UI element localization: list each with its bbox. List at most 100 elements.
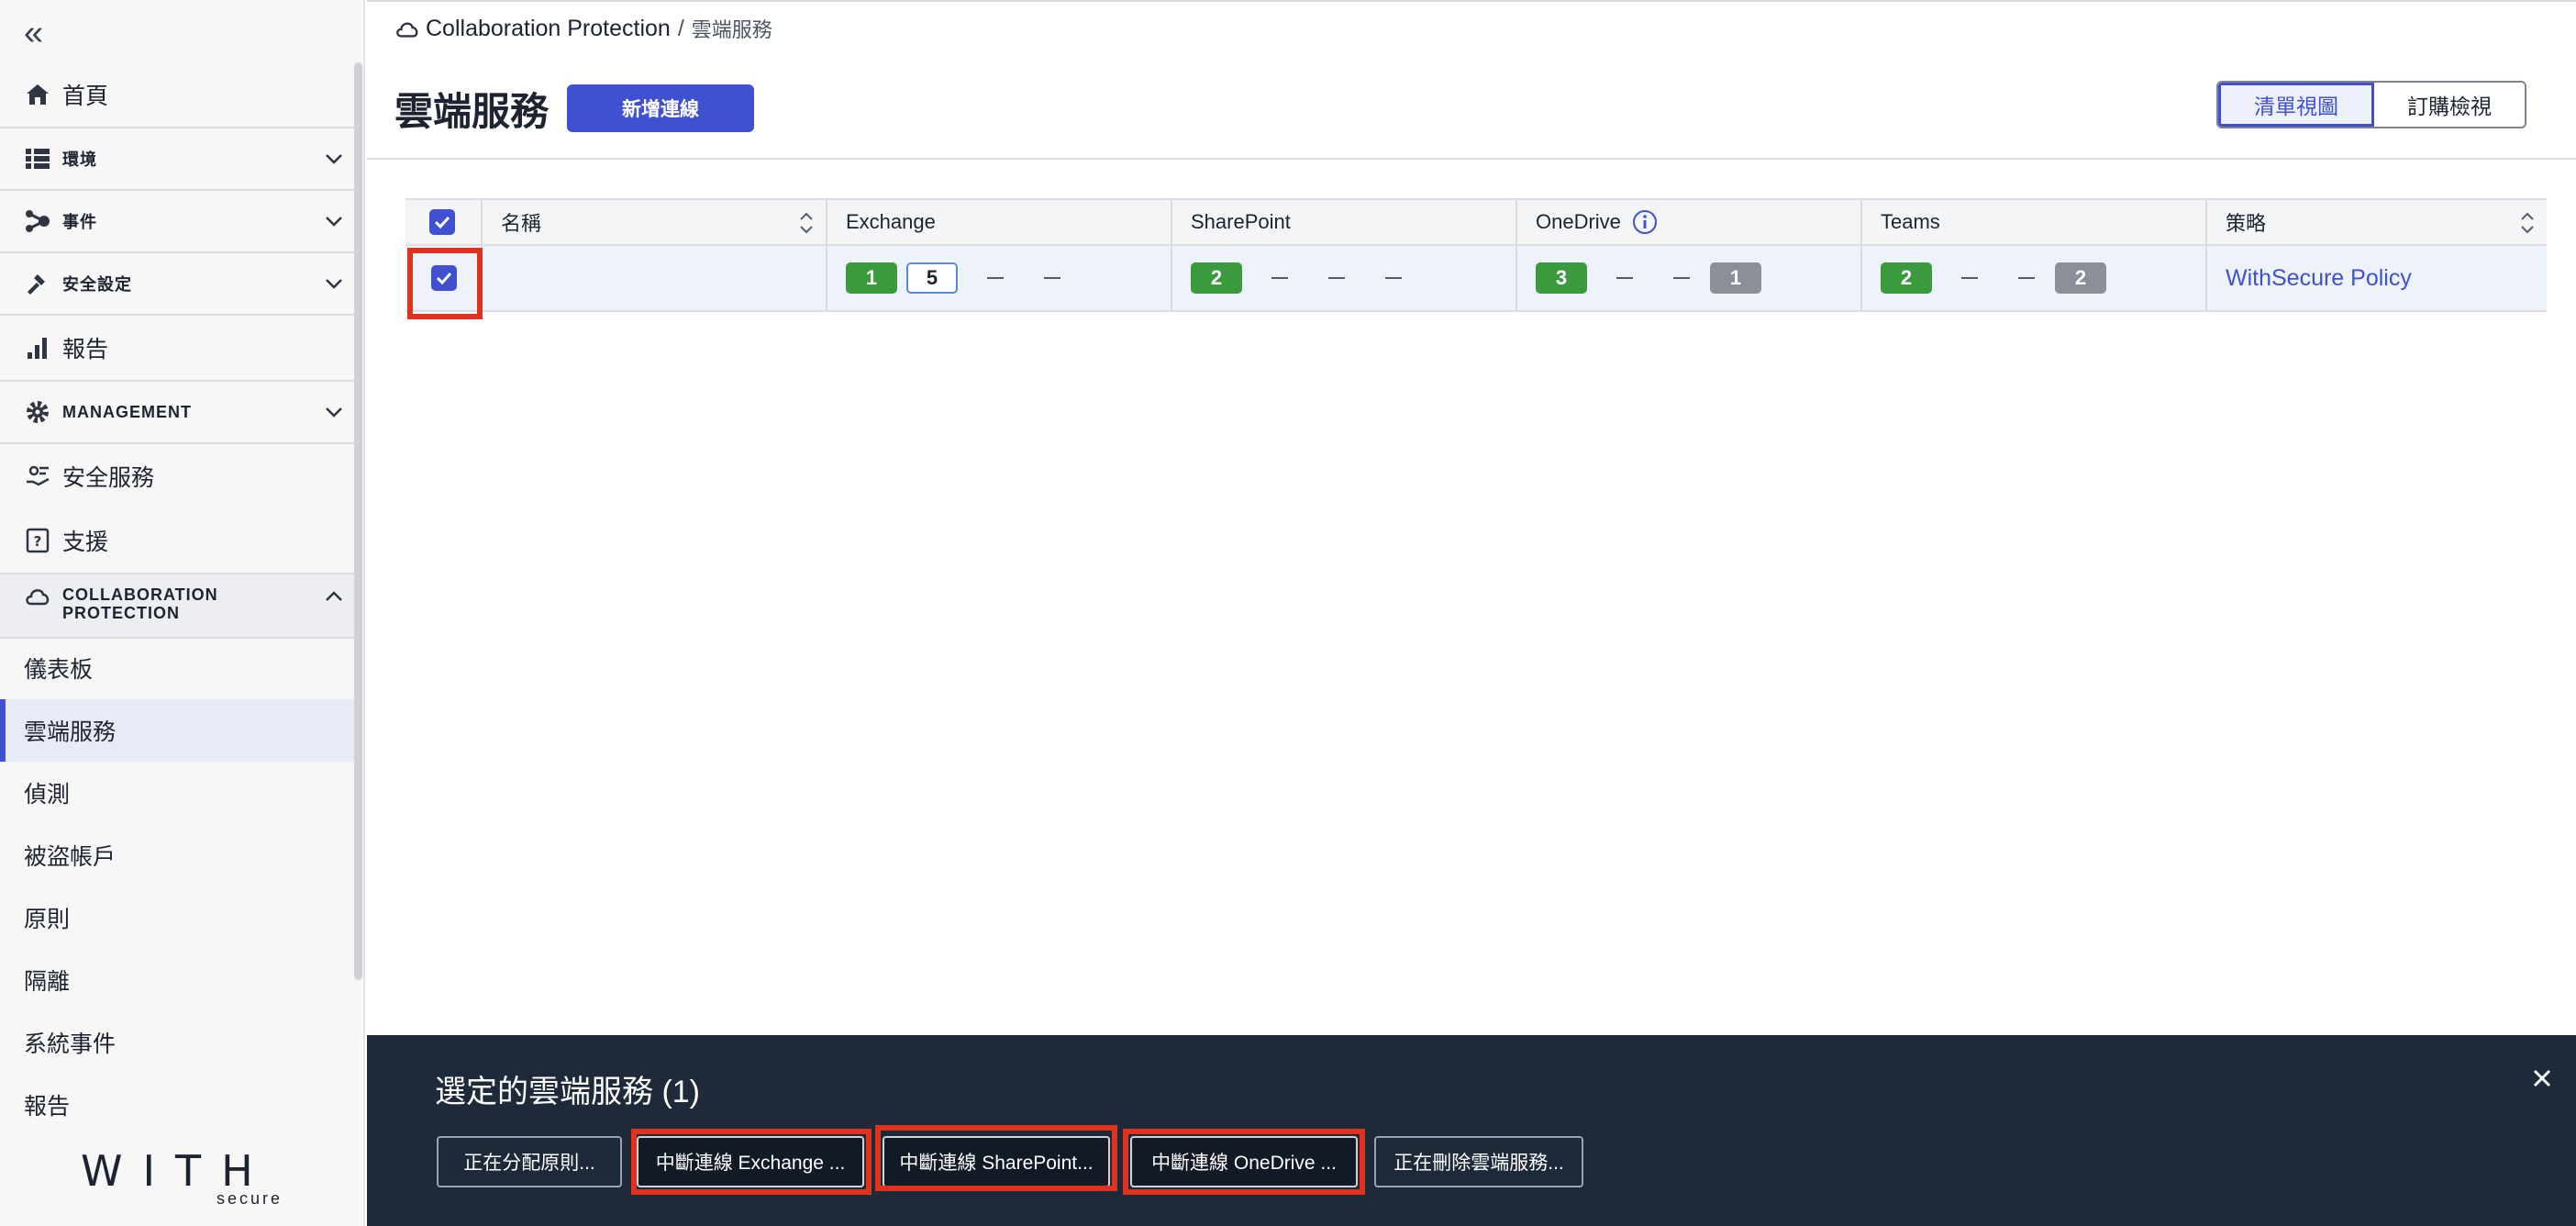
selection-action-bar: 選定的雲端服務 (1) 正在分配原則... 中斷連線 Exchange ... … [367, 1035, 2576, 1226]
protected-count-badge[interactable]: 2 [1191, 262, 1242, 294]
header-sharepoint-label: SharePoint [1191, 210, 1291, 233]
header-onedrive: OneDrive [1517, 200, 1862, 244]
row-onedrive: 3 1 [1517, 246, 1862, 310]
subnav-dashboard[interactable]: 儀表板 [0, 637, 354, 699]
hand-shield-icon [24, 463, 51, 490]
pending-count-badge[interactable]: 5 [906, 262, 958, 294]
check-icon [434, 216, 450, 228]
sidebar-item-collaboration-protection[interactable]: COLLABORATION PROTECTION [0, 574, 354, 639]
selection-title: 選定的雲端服務 (1) [435, 1075, 700, 1109]
subnav-system-events[interactable]: 系統事件 [0, 1011, 354, 1074]
sort-icon[interactable] [2519, 209, 2536, 237]
sidebar-item-home[interactable]: 首頁 [0, 62, 354, 128]
sidebar-item-label: 首頁 [62, 84, 109, 109]
list-icon [24, 145, 51, 173]
gear-icon [24, 398, 51, 426]
sidebar-item-label: 報告 [62, 337, 109, 362]
subnav-compromised-accounts[interactable]: 被盜帳戶 [0, 824, 354, 886]
empty-dash [1271, 277, 1288, 279]
chevron-down-icon [326, 279, 342, 289]
header-sharepoint: SharePoint [1172, 200, 1517, 244]
collapse-sidebar-icon[interactable]: « [24, 15, 61, 51]
row-policy: WithSecure Policy [2207, 246, 2547, 310]
disconnected-count-badge[interactable]: 1 [1710, 262, 1761, 294]
breadcrumb-root[interactable]: Collaboration Protection [426, 16, 671, 42]
sidebar-item-label: 事件 [62, 213, 97, 231]
sidebar-item-environment[interactable]: 環境 [0, 128, 354, 191]
disconnected-count-badge[interactable]: 2 [2055, 262, 2106, 294]
protected-count-badge[interactable]: 2 [1881, 262, 1932, 294]
empty-dash [1616, 277, 1633, 279]
info-icon[interactable] [1632, 209, 1658, 235]
empty-dash [1328, 277, 1345, 279]
subnav-cloud-services[interactable]: 雲端服務 [0, 699, 354, 762]
protected-count-badge[interactable]: 3 [1536, 262, 1587, 294]
logo-text: WITH [81, 1146, 273, 1196]
header-policy[interactable]: 策略 [2207, 200, 2547, 244]
sidebar-item-security-settings[interactable]: 安全設定 [0, 253, 354, 316]
list-view-button[interactable]: 清單視圖 [2218, 83, 2374, 127]
chevron-up-icon [326, 591, 342, 601]
header-teams: Teams [1862, 200, 2207, 244]
protected-count-badge[interactable]: 1 [846, 262, 897, 294]
empty-dash [987, 277, 1004, 279]
sidebar-scrollbar[interactable] [354, 62, 362, 980]
sidebar-item-events[interactable]: 事件 [0, 191, 354, 253]
view-toggle: 清單視圖 訂購檢視 [2216, 81, 2526, 128]
row-exchange: 1 5 [827, 246, 1172, 310]
sidebar-item-support[interactable]: ? 支援 [0, 508, 354, 574]
policy-link[interactable]: WithSecure Policy [2226, 265, 2412, 292]
breadcrumb: Collaboration Protection / 雲端服務 [394, 13, 772, 44]
subnav-reports[interactable]: 報告 [0, 1074, 354, 1136]
sidebar-item-label: 安全設定 [62, 275, 132, 294]
header-name[interactable]: 名稱 [483, 200, 827, 244]
subnav-detections[interactable]: 偵測 [0, 762, 354, 824]
highlight-box [407, 248, 483, 319]
empty-dash [1961, 277, 1978, 279]
incident-icon [24, 207, 51, 235]
chevron-down-icon [326, 154, 342, 164]
home-icon [24, 81, 51, 108]
close-icon[interactable] [2526, 1063, 2558, 1094]
sidebar-item-label: 安全服務 [62, 465, 155, 491]
sort-icon[interactable] [798, 209, 815, 237]
header-policy-label: 策略 [2226, 212, 2267, 235]
sidebar-item-reports[interactable]: 報告 [0, 316, 354, 382]
breadcrumb-separator: / [677, 15, 684, 41]
sidebar-item-label: 環境 [62, 150, 97, 169]
add-connection-button[interactable]: 新增連線 [567, 84, 754, 132]
header-exchange: Exchange [827, 200, 1172, 244]
top-divider [367, 0, 2576, 2]
table-header: 名稱 Exchange SharePoint OneDrive Teams 策略 [405, 198, 2547, 246]
delete-cloud-service-button[interactable]: 正在刪除雲端服務... [1374, 1136, 1583, 1187]
subscription-view-button[interactable]: 訂購檢視 [2374, 83, 2525, 127]
table-row[interactable]: 1 5 2 3 1 2 2 WithSecure Policy [405, 246, 2547, 312]
subnav-quarantine[interactable]: 隔離 [0, 949, 354, 1011]
sidebar-item-label: 支援 [62, 529, 109, 555]
bar-chart-icon [24, 334, 51, 362]
breadcrumb-current: 雲端服務 [691, 18, 772, 41]
withsecure-logo: WITH secure [81, 1149, 292, 1208]
header-onedrive-label: OneDrive [1536, 210, 1621, 233]
sidebar-item-label: COLLABORATION PROTECTION [62, 585, 218, 622]
row-teams: 2 2 [1862, 246, 2207, 310]
empty-dash [1673, 277, 1690, 279]
sidebar-item-security-services[interactable]: 安全服務 [0, 444, 354, 508]
subnav-policies[interactable]: 原則 [0, 886, 354, 949]
row-sharepoint: 2 [1172, 246, 1517, 310]
cloud-shield-icon [396, 22, 418, 38]
header-exchange-label: Exchange [846, 210, 936, 233]
page-title: 雲端服務 [394, 90, 550, 133]
svg-text:?: ? [34, 533, 42, 550]
header-divider [367, 158, 2576, 160]
highlight-box [1123, 1129, 1365, 1195]
assign-policy-button[interactable]: 正在分配原則... [437, 1136, 622, 1187]
highlight-box [631, 1129, 872, 1195]
sidebar: « 首頁 環境 事件 安全設定 報告 MANAGEMENT 安全服務 ? 支援 … [0, 0, 365, 1226]
highlight-box [875, 1125, 1117, 1191]
sidebar-item-management[interactable]: MANAGEMENT [0, 382, 354, 444]
logo-subtext: secure [216, 1189, 283, 1208]
select-all-cell [405, 200, 483, 244]
select-all-checkbox[interactable] [429, 209, 455, 235]
header-name-label: 名稱 [501, 212, 542, 235]
